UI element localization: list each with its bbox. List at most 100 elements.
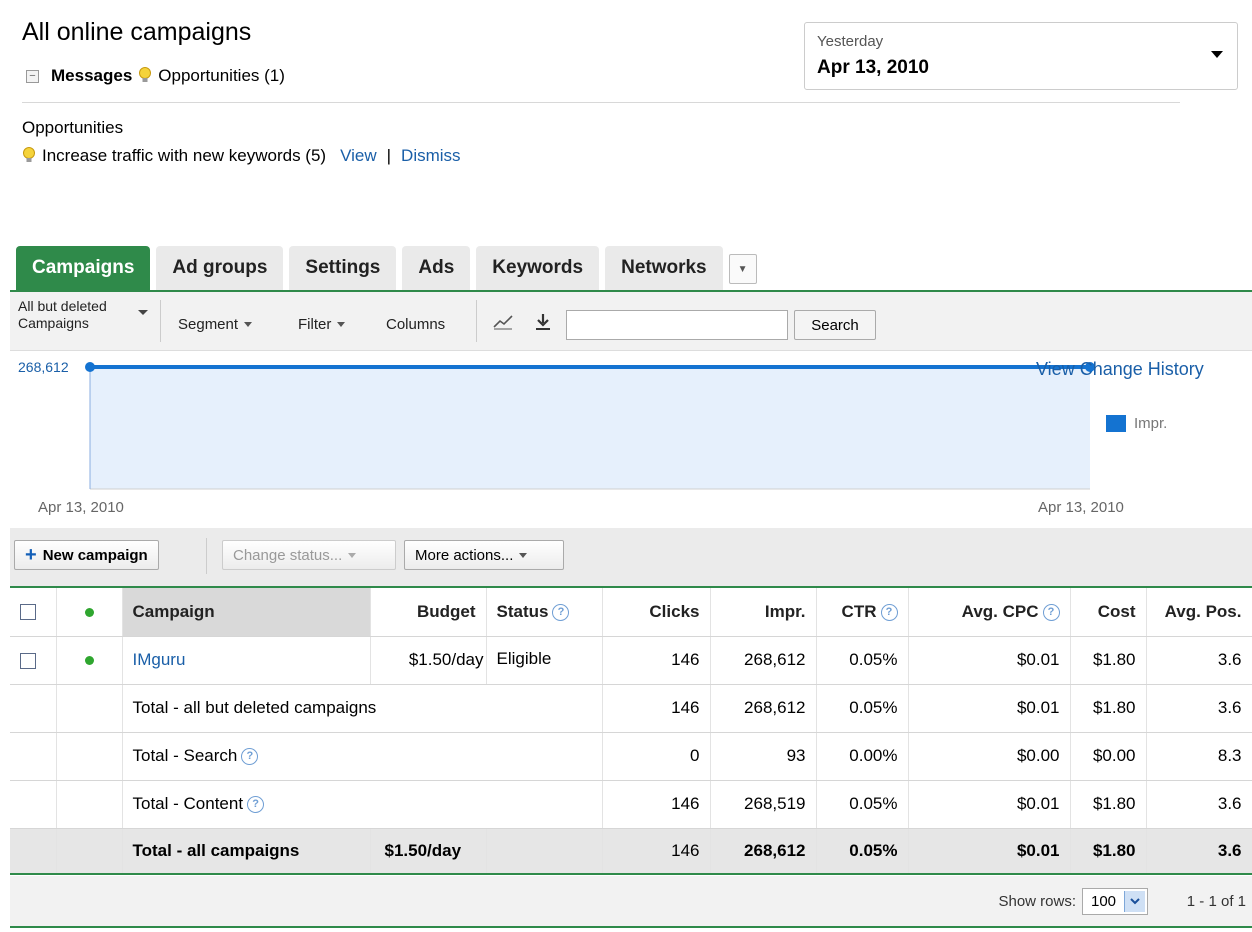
tab-ads[interactable]: Ads xyxy=(402,246,471,290)
select-all-checkbox[interactable] xyxy=(20,604,36,621)
column-header-cost[interactable]: Cost xyxy=(1070,588,1147,637)
column-header-avg-cpc[interactable]: Avg. CPC? xyxy=(908,588,1071,637)
tab-campaigns[interactable]: Campaigns xyxy=(16,246,151,290)
empty-cell xyxy=(56,732,123,781)
campaign-name-link[interactable]: IMguru xyxy=(133,650,186,669)
help-icon[interactable]: ? xyxy=(247,796,265,814)
avg-cpc-cell: $0.00 xyxy=(908,732,1071,781)
cost-cell: $1.80 xyxy=(1070,828,1147,875)
chevron-down-icon[interactable] xyxy=(1124,891,1145,912)
chevron-down-icon xyxy=(244,322,253,327)
legend-label: Impr. xyxy=(1134,415,1168,432)
help-icon[interactable]: ? xyxy=(552,603,570,621)
change-status-label: Change status... xyxy=(233,546,343,564)
impr-cell: 268,612 xyxy=(710,636,817,685)
avg-cpc-cell: $0.01 xyxy=(908,636,1071,685)
column-header-avg-pos[interactable]: Avg. Pos. xyxy=(1146,588,1252,637)
empty-cell xyxy=(56,684,123,733)
avg-pos-cell: 3.6 xyxy=(1146,684,1252,733)
row-checkbox[interactable] xyxy=(20,652,36,669)
line-chart-icon[interactable] xyxy=(492,312,514,332)
select-all-cell xyxy=(10,588,57,637)
link-separator: | xyxy=(386,146,392,165)
collapse-icon[interactable]: − xyxy=(26,69,39,83)
impr-cell: 268,612 xyxy=(710,828,817,875)
opportunities-title: Opportunities xyxy=(22,118,124,137)
ctr-cell: 0.05% xyxy=(816,780,909,829)
help-icon[interactable]: ? xyxy=(1042,603,1060,621)
help-icon[interactable]: ? xyxy=(241,748,259,766)
search-button[interactable]: Search xyxy=(794,310,876,340)
opportunity-text: Increase traffic with new keywords (5) xyxy=(42,146,327,165)
page-title: All online campaigns xyxy=(22,18,252,46)
empty-cell xyxy=(10,684,57,733)
more-tabs-button[interactable]: ▼ xyxy=(728,254,757,284)
opportunities-link[interactable]: Opportunities (1) xyxy=(158,66,285,86)
search-input[interactable] xyxy=(566,310,788,340)
column-header-budget[interactable]: Budget xyxy=(370,588,487,637)
tab-networks[interactable]: Networks xyxy=(605,246,723,290)
show-rows-label: Show rows: xyxy=(998,893,1076,910)
filter-label: Filter xyxy=(298,316,332,333)
action-divider xyxy=(206,538,207,574)
budget-cell: $1.50/day xyxy=(370,636,487,685)
avg-pos-cell: 3.6 xyxy=(1146,636,1252,685)
chevron-down-icon[interactable] xyxy=(138,310,148,315)
filter-dropdown[interactable]: Filter xyxy=(298,316,346,333)
more-actions-dropdown[interactable]: More actions... xyxy=(404,540,564,570)
chevron-down-icon xyxy=(1130,898,1140,905)
scope-line-1: All but deleted xyxy=(18,298,107,314)
tab-ad-groups[interactable]: Ad groups xyxy=(156,246,284,290)
total-label-cell: Total - all campaigns xyxy=(122,828,371,875)
table-header-row: Campaign Budget Status? Clicks Impr. CTR… xyxy=(10,588,1252,637)
date-range-picker[interactable]: Yesterday Apr 13, 2010 xyxy=(804,22,1238,90)
change-status-dropdown[interactable]: Change status... xyxy=(222,540,396,570)
status-dot-header xyxy=(56,588,123,637)
chevron-down-icon[interactable] xyxy=(1211,51,1223,58)
rows-value: 100 xyxy=(1091,893,1117,910)
avg-cpc-cell: $0.01 xyxy=(908,828,1071,875)
ctr-cell: 0.05% xyxy=(816,828,909,875)
cost-cell: $0.00 xyxy=(1070,732,1147,781)
ctr-cell: 0.05% xyxy=(816,636,909,685)
plus-icon: + xyxy=(25,544,37,566)
tab-keywords[interactable]: Keywords xyxy=(476,246,600,290)
column-header-clicks[interactable]: Clicks xyxy=(602,588,711,637)
ctr-cell: 0.00% xyxy=(816,732,909,781)
budget-cell: $1.50/day xyxy=(370,828,487,875)
ctr-cell: 0.05% xyxy=(816,684,909,733)
tab-bar: Campaigns Ad groups Settings Ads Keyword… xyxy=(16,246,757,290)
column-header-campaign[interactable]: Campaign xyxy=(122,588,371,637)
segment-dropdown[interactable]: Segment xyxy=(178,316,253,333)
column-header-ctr[interactable]: CTR? xyxy=(816,588,909,637)
chevron-down-icon xyxy=(337,322,346,327)
empty-cell xyxy=(10,780,57,829)
help-icon[interactable]: ? xyxy=(880,603,898,621)
date-range-label: Yesterday xyxy=(817,33,884,50)
lightbulb-icon xyxy=(23,147,35,162)
columns-button[interactable]: Columns xyxy=(386,316,445,333)
column-header-status[interactable]: Status? xyxy=(486,588,603,637)
view-change-history-link[interactable]: View Change History xyxy=(1036,359,1204,380)
status-header-label: Status xyxy=(496,601,549,621)
tab-settings[interactable]: Settings xyxy=(289,246,397,290)
clicks-cell: 146 xyxy=(602,780,711,829)
empty-cell xyxy=(56,780,123,829)
x-start-label: Apr 13, 2010 xyxy=(38,499,124,516)
clicks-cell: 146 xyxy=(602,828,711,875)
campaign-scope-dropdown[interactable]: All but deleted Campaigns xyxy=(18,298,138,332)
view-opportunity-link[interactable]: View xyxy=(340,146,377,166)
column-header-impr[interactable]: Impr. xyxy=(710,588,817,637)
new-campaign-button[interactable]: + New campaign xyxy=(14,540,159,570)
show-rows-select[interactable]: 100 xyxy=(1082,888,1148,915)
total-row: Total - Search? 0 93 0.00% $0.00 $0.00 8… xyxy=(10,732,1252,781)
download-icon[interactable] xyxy=(532,312,554,332)
dismiss-opportunity-link[interactable]: Dismiss xyxy=(401,146,461,166)
columns-label: Columns xyxy=(386,316,446,333)
avg-cpc-cell: $0.01 xyxy=(908,780,1071,829)
cost-cell: $1.80 xyxy=(1070,780,1147,829)
total-label-cell: Total - Content? xyxy=(122,780,603,829)
total-row: Total - Content? 146 268,519 0.05% $0.01… xyxy=(10,780,1252,829)
row-checkbox-cell xyxy=(10,636,57,685)
ctr-header-label: CTR xyxy=(841,601,877,621)
